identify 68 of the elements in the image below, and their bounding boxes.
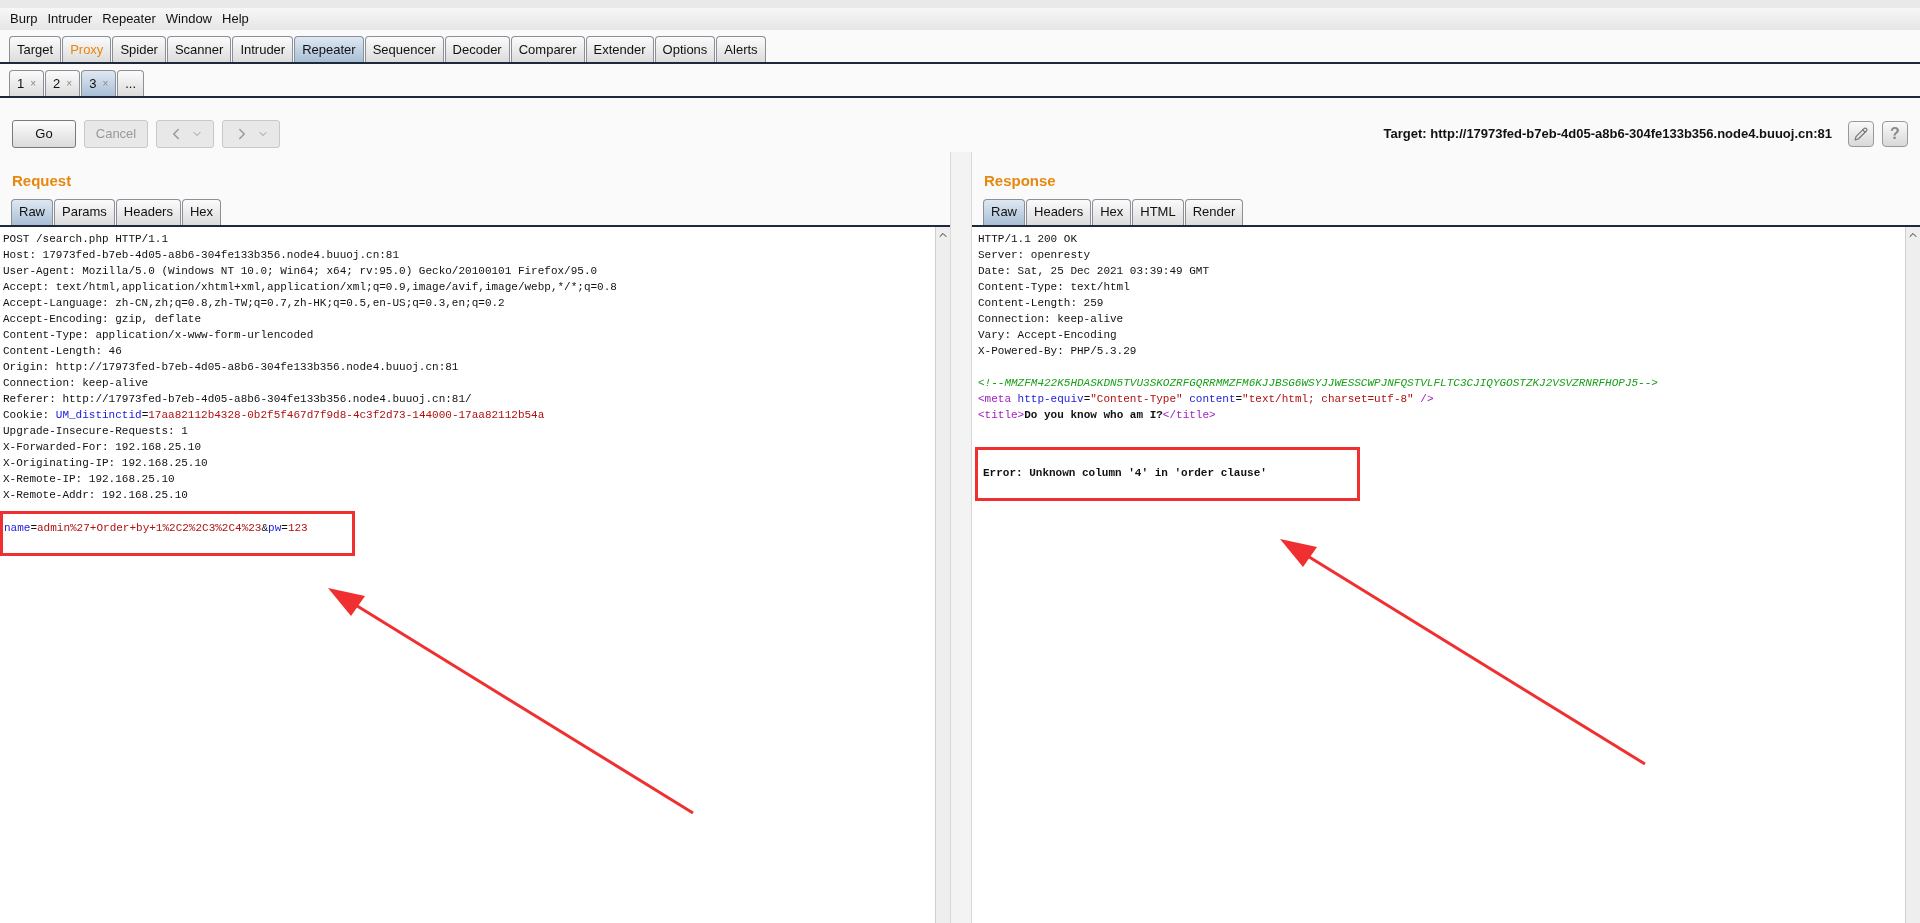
go-button[interactable]: Go xyxy=(12,120,76,148)
tab[interactable]: Comparer xyxy=(510,36,585,62)
tab[interactable]: Target xyxy=(9,36,62,62)
menu-item[interactable]: Help xyxy=(222,9,249,29)
scrollbar[interactable] xyxy=(935,226,950,923)
code-line: Accept-Encoding: gzip, deflate xyxy=(3,311,203,327)
tab[interactable]: Intruder xyxy=(232,36,294,62)
menu-item[interactable]: Window xyxy=(165,9,212,29)
tab[interactable]: Hex xyxy=(1092,198,1132,225)
code-line: HTTP/1.1 200 OK xyxy=(978,231,1079,247)
tab[interactable]: 3 × xyxy=(81,70,117,96)
tab[interactable]: 1 × xyxy=(9,70,45,96)
code-line: X-Powered-By: PHP/5.3.29 xyxy=(978,343,1138,359)
panel-title: Request xyxy=(11,171,73,191)
edit-button[interactable] xyxy=(1848,121,1874,147)
code-line: Content-Length: 259 xyxy=(978,295,1105,311)
tab[interactable]: Raw xyxy=(983,198,1025,225)
tab[interactable]: Extender xyxy=(585,36,654,62)
code-line: Error: Unknown column '4' in 'order clause' xyxy=(983,465,1268,481)
tab[interactable]: Options xyxy=(654,36,716,62)
code-line: Server: openresty xyxy=(978,247,1092,263)
code-line: Host: 17973fed-b7eb-4d05-a8b6-304fe133b356.node4.buuoj.cn:81 xyxy=(3,247,401,263)
code-line: Upgrade-Insecure-Requests: 1 xyxy=(3,423,189,439)
tab[interactable]: Decoder xyxy=(444,36,510,62)
tab[interactable]: Raw xyxy=(11,198,53,225)
tab[interactable]: HTML xyxy=(1132,198,1184,225)
tab[interactable]: Headers xyxy=(1026,198,1092,225)
target-label: Target: http://17973fed-b7eb-4d05-a8b6-304fe133b356.node4.buuoj.cn:81 xyxy=(1383,125,1832,144)
menu-item[interactable]: Repeater xyxy=(102,9,156,29)
panel-title: Response xyxy=(983,171,1057,191)
code-line: User-Agent: Mozilla/5.0 (Windows NT 10.0; Win64; x64; rv:95.0) Gecko/20100101 Firefox/95.0 xyxy=(3,263,599,279)
code-line: Accept-Language: zh-CN,zh;q=0.8,zh-TW;q=0.7,zh-HK;q=0.5,en-US;q=0.3,en;q=0.2 xyxy=(3,295,506,311)
code-line: Content-Type: text/html xyxy=(978,279,1131,295)
tab[interactable]: Headers xyxy=(115,198,181,225)
tab[interactable]: Render xyxy=(1184,198,1244,225)
code-line: Date: Sat, 25 Dec 2021 03:39:49 GMT xyxy=(978,263,1211,279)
tab[interactable]: ... xyxy=(117,70,145,96)
code-line: Content-Type: application/x-www-form-urlencoded xyxy=(3,327,315,343)
code-line: Referer: http://17973fed-b7eb-4d05-a8b6-304fe133b356.node4.buuoj.cn:81/ xyxy=(3,391,473,407)
code-line: <!--MMZFM422K5HDASKDN5TVU3SKOZRFGQRRMMZFM6KJJBSG6WSYJJWESSCWPJNFQSTVLFLTC3CJIQYGOSTZKJ2VSVZRNRFHOPJ5--> xyxy=(978,375,1659,391)
message-editor[interactable] xyxy=(0,226,935,923)
code-line: X-Forwarded-For: 192.168.25.10 xyxy=(3,439,203,455)
tab[interactable]: Repeater xyxy=(294,36,364,62)
code-line: <meta http-equiv="Content-Type" content="text/html; charset=utf-8" /> xyxy=(978,391,1435,407)
tab[interactable]: Scanner xyxy=(166,36,232,62)
code-line: Connection: keep-alive xyxy=(978,311,1125,327)
pencil-icon xyxy=(1854,127,1868,141)
code-line: <title>Do you know who am I?</title> xyxy=(978,407,1217,423)
tab[interactable]: Sequencer xyxy=(364,36,444,62)
code-line: Cookie: UM_distinctid=17aa82112b4328-0b2f5f467d7f9d8-4c3f2d73-144000-17aa82112b54a xyxy=(3,407,546,423)
tab[interactable]: 2 × xyxy=(45,70,81,96)
code-line: Connection: keep-alive xyxy=(3,375,150,391)
code-line: Accept: text/html,application/xhtml+xml,application/xml;q=0.9,image/avif,image/webp,*/*;q=0.8 xyxy=(3,279,618,295)
menu-item[interactable]: Intruder xyxy=(47,9,93,29)
code-line: X-Originating-IP: 192.168.25.10 xyxy=(3,455,209,471)
code-line: Content-Length: 46 xyxy=(3,343,123,359)
tab[interactable]: Params xyxy=(54,198,115,225)
code-line: X-Remote-IP: 192.168.25.10 xyxy=(3,471,176,487)
tab[interactable]: Spider xyxy=(112,36,166,62)
scrollbar[interactable] xyxy=(1905,226,1920,923)
menu-item[interactable]: Burp xyxy=(10,9,38,29)
code-line: Vary: Accept-Encoding xyxy=(978,327,1118,343)
tab[interactable]: Hex xyxy=(181,198,222,225)
tab[interactable]: Alerts xyxy=(716,36,766,62)
code-line: X-Remote-Addr: 192.168.25.10 xyxy=(3,487,189,503)
code-line: POST /search.php HTTP/1.1 xyxy=(3,231,170,247)
code-line: name=admin%27+Order+by+1%2C2%2C3%2C4%23&pw=123 xyxy=(4,520,309,536)
code-line: Origin: http://17973fed-b7eb-4d05-a8b6-304fe133b356.node4.buuoj.cn:81 xyxy=(3,359,460,375)
